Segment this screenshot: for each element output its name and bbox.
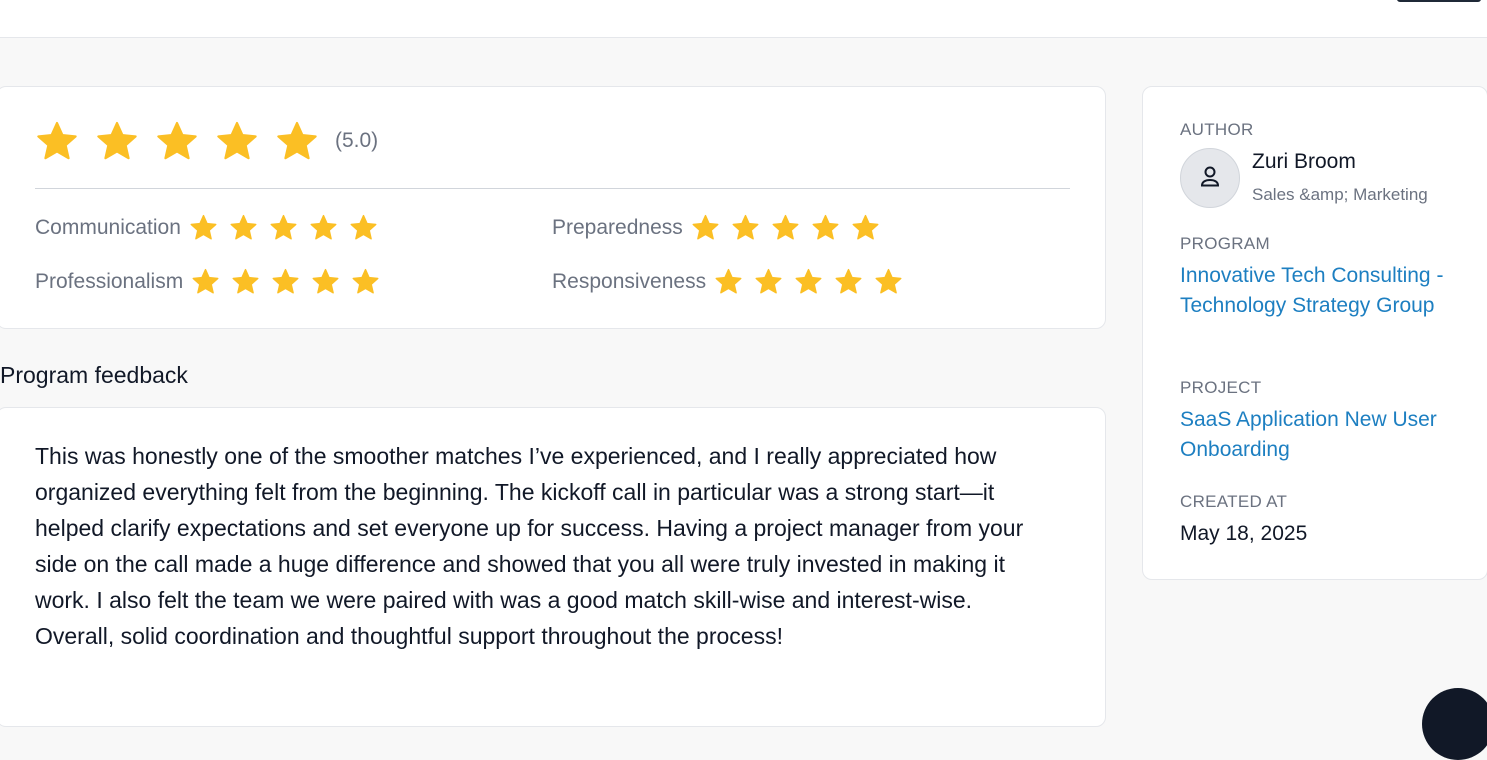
created-at-value: May 18, 2025 (1180, 522, 1308, 545)
category-stars (714, 267, 914, 296)
overall-score: (5.0) (335, 129, 379, 152)
star-icon (691, 213, 720, 242)
star-icon (714, 267, 743, 296)
top-bar-button[interactable] (1397, 0, 1481, 2)
avatar (1180, 148, 1240, 208)
program-label: PROGRAM (1180, 234, 1270, 253)
feedback-text: This was honestly one of the smoother ma… (35, 443, 1024, 649)
feedback-card: This was honestly one of the smoother ma… (0, 407, 1106, 727)
category-label: Communication (35, 215, 181, 239)
rating-responsiveness: Responsiveness (552, 267, 914, 296)
author-label: AUTHOR (1180, 120, 1254, 139)
category-label: Responsiveness (552, 269, 707, 293)
category-stars (191, 267, 391, 296)
star-icon (271, 267, 300, 296)
star-icon (275, 119, 319, 163)
star-icon (231, 267, 260, 296)
star-icon (811, 213, 840, 242)
rating-professionalism: Professionalism (35, 267, 391, 296)
star-icon (754, 267, 783, 296)
star-icon (349, 213, 378, 242)
star-icon (155, 119, 199, 163)
star-icon (874, 267, 903, 296)
star-icon (35, 119, 79, 163)
project-link[interactable]: SaaS Application New User Onboarding (1180, 405, 1470, 465)
star-icon (351, 267, 380, 296)
top-bar (0, 0, 1487, 38)
author-name: Zuri Broom (1252, 150, 1356, 173)
program-link[interactable]: Innovative Tech Consulting - Technology … (1180, 261, 1470, 321)
star-icon (794, 267, 823, 296)
created-at-label: CREATED AT (1180, 492, 1288, 511)
star-icon (269, 213, 298, 242)
project-label: PROJECT (1180, 378, 1262, 397)
user-icon (1200, 165, 1220, 192)
category-stars (691, 213, 891, 242)
category-label: Professionalism (35, 269, 184, 293)
star-icon (189, 213, 218, 242)
star-icon (229, 213, 258, 242)
rating-card: (5.0) Communication Preparedness Profess… (0, 86, 1106, 329)
star-icon (309, 213, 338, 242)
star-icon (95, 119, 139, 163)
star-icon (191, 267, 220, 296)
rating-preparedness: Preparedness (552, 213, 891, 242)
overall-rating: (5.0) (35, 119, 378, 163)
chat-launcher-button[interactable] (1422, 688, 1487, 760)
category-label: Preparedness (552, 215, 683, 239)
divider (35, 188, 1070, 189)
rating-communication: Communication (35, 213, 389, 242)
star-icon (731, 213, 760, 242)
details-sidebar: AUTHOR Zuri Broom Sales &amp; Marketing … (1142, 86, 1487, 580)
star-icon (215, 119, 259, 163)
star-icon (834, 267, 863, 296)
star-icon (311, 267, 340, 296)
program-feedback-heading: Program feedback (0, 362, 188, 388)
star-icon (851, 213, 880, 242)
category-stars (189, 213, 389, 242)
author-role: Sales &amp; Marketing (1252, 185, 1428, 204)
star-icon (771, 213, 800, 242)
